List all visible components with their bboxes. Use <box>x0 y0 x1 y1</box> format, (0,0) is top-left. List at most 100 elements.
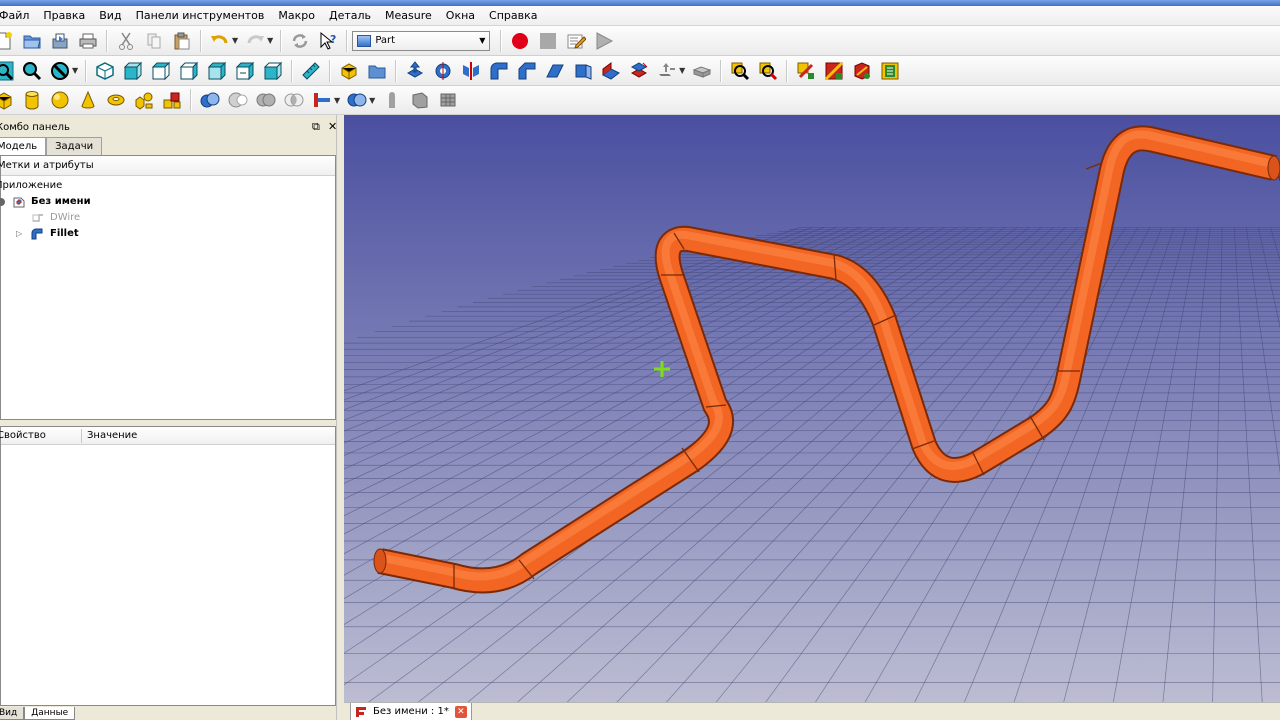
offset-dropdown-arrow-icon[interactable]: ▼ <box>679 66 685 75</box>
workbench-selector[interactable]: Part ▼ <box>352 30 491 51</box>
shape-builder-icon[interactable] <box>160 88 184 112</box>
rear-view-icon[interactable] <box>205 59 229 83</box>
tab-data[interactable]: Данные <box>24 707 76 720</box>
sphere-icon[interactable] <box>48 88 72 112</box>
new-icon[interactable] <box>0 29 16 53</box>
tree-item-dwire[interactable]: DWire <box>1 210 335 226</box>
tab-model[interactable]: Модель <box>0 137 47 156</box>
mirror-icon[interactable] <box>459 59 483 83</box>
join-dropdown-arrow-icon[interactable]: ▼ <box>334 96 340 105</box>
document-tab[interactable]: Без имени : 1* ✕ <box>350 703 472 720</box>
measure-linear-icon[interactable] <box>794 59 818 83</box>
extrude-icon[interactable] <box>403 59 427 83</box>
toolbar-view: ▼ ▼ <box>0 56 1280 86</box>
menu-help[interactable]: Справка <box>482 6 544 26</box>
macro-record-icon[interactable] <box>508 29 532 53</box>
copy-icon[interactable] <box>142 29 166 53</box>
offset-icon[interactable] <box>655 59 679 83</box>
top-view-icon[interactable] <box>149 59 173 83</box>
menu-edit[interactable]: Правка <box>36 6 92 26</box>
redo-dropdown-arrow-icon[interactable]: ▼ <box>267 36 273 45</box>
expand-arrow-icon[interactable]: ▷ <box>16 226 22 242</box>
front-view-icon[interactable] <box>121 59 145 83</box>
right-view-icon[interactable] <box>177 59 201 83</box>
3d-scene[interactable] <box>344 115 1280 702</box>
sweep-icon[interactable] <box>599 59 623 83</box>
measure-distance-icon[interactable] <box>299 59 323 83</box>
undo-dropdown-arrow-icon[interactable]: ▼ <box>232 36 238 45</box>
macro-edit-icon[interactable] <box>564 29 588 53</box>
refresh-icon[interactable] <box>288 29 312 53</box>
cylinder-icon[interactable] <box>20 88 44 112</box>
value-column-header[interactable]: Значение <box>87 427 137 444</box>
measure-refresh-icon[interactable] <box>850 59 874 83</box>
fit-all-icon[interactable] <box>0 59 16 83</box>
part-icon[interactable] <box>337 59 361 83</box>
menu-file[interactable]: Файл <box>0 6 36 26</box>
macro-stop-icon[interactable] <box>536 29 560 53</box>
convert-to-solid-icon[interactable] <box>436 88 460 112</box>
measure-toggle-icon[interactable] <box>878 59 902 83</box>
defeaturing-icon[interactable] <box>756 59 780 83</box>
measure-angular-icon[interactable] <box>822 59 846 83</box>
cut-shape-icon[interactable] <box>226 88 250 112</box>
fillet-icon[interactable] <box>487 59 511 83</box>
toolbar-separator <box>395 59 398 82</box>
tab-tasks[interactable]: Задачи <box>46 137 103 155</box>
isometric-view-icon[interactable] <box>93 59 117 83</box>
section-icon[interactable] <box>627 59 651 83</box>
menu-toolbars[interactable]: Панели инструментов <box>129 6 272 26</box>
revolve-icon[interactable] <box>431 59 455 83</box>
print-icon[interactable] <box>76 29 100 53</box>
property-view: Свойство Значение <box>0 426 336 706</box>
tree-item-document[interactable]: Без имени <box>0 194 335 210</box>
menu-measure[interactable]: Measure <box>378 6 439 26</box>
menu-windows[interactable]: Окна <box>439 6 482 26</box>
compound-icon[interactable] <box>380 88 404 112</box>
main-splitter[interactable] <box>336 115 344 720</box>
menu-part[interactable]: Деталь <box>322 6 378 26</box>
split-icon[interactable] <box>345 88 369 112</box>
open-icon[interactable] <box>20 29 44 53</box>
tree-item-fillet[interactable]: ▷ Fillet <box>1 226 335 242</box>
collapse-arrow-icon[interactable] <box>0 198 5 206</box>
shape-from-mesh-icon[interactable] <box>408 88 432 112</box>
fuse-icon[interactable] <box>254 88 278 112</box>
box-icon[interactable] <box>0 88 16 112</box>
macro-run-icon[interactable] <box>592 29 616 53</box>
draw-style-dropdown-arrow-icon[interactable]: ▼ <box>72 66 78 75</box>
whats-this-icon[interactable]: ? <box>316 29 340 53</box>
join-icon[interactable] <box>310 88 334 112</box>
bottom-view-icon[interactable] <box>233 59 257 83</box>
ruled-surface-icon[interactable] <box>543 59 567 83</box>
column-divider[interactable] <box>81 429 82 443</box>
save-icon[interactable] <box>48 29 72 53</box>
check-geometry-icon[interactable] <box>728 59 752 83</box>
menu-macro[interactable]: Макро <box>271 6 322 26</box>
property-tabs: Вид Данные <box>0 707 76 720</box>
split-dropdown-arrow-icon[interactable]: ▼ <box>369 96 375 105</box>
thickness-icon[interactable] <box>690 59 714 83</box>
cone-icon[interactable] <box>76 88 100 112</box>
draw-style-icon[interactable] <box>48 59 72 83</box>
tab-view[interactable]: Вид <box>0 707 25 720</box>
chamfer-icon[interactable] <box>515 59 539 83</box>
group-icon[interactable] <box>365 59 389 83</box>
undo-icon[interactable] <box>208 29 232 53</box>
close-icon[interactable]: ✕ <box>454 705 467 718</box>
menu-view[interactable]: Вид <box>92 6 128 26</box>
cut-icon[interactable] <box>114 29 138 53</box>
tree-root-application[interactable]: Приложение <box>0 178 335 194</box>
property-column-header[interactable]: Свойство <box>0 427 46 444</box>
boolean-icon[interactable] <box>198 88 222 112</box>
undock-icon[interactable]: ⧉ <box>312 120 320 134</box>
paste-icon[interactable] <box>170 29 194 53</box>
left-view-icon[interactable] <box>261 59 285 83</box>
torus-icon[interactable] <box>104 88 128 112</box>
loft-icon[interactable] <box>571 59 595 83</box>
common-icon[interactable] <box>282 88 306 112</box>
redo-icon[interactable] <box>243 29 267 53</box>
3d-view[interactable] <box>344 115 1280 702</box>
fit-selection-icon[interactable] <box>20 59 44 83</box>
primitives-icon[interactable] <box>132 88 156 112</box>
